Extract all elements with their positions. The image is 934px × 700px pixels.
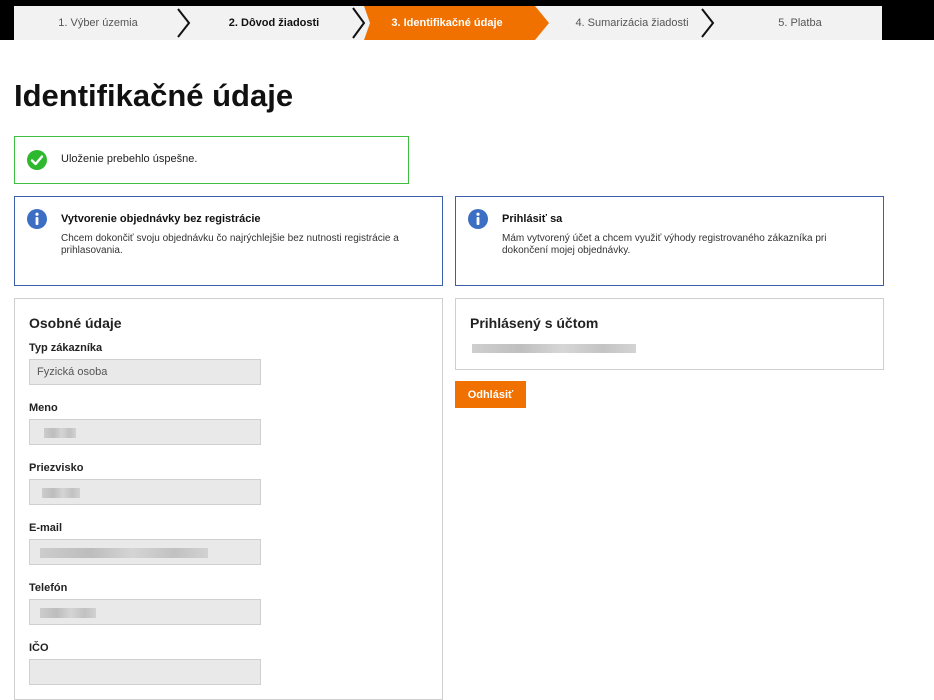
login-heading: Prihlásiť sa [502,213,563,225]
guest-checkout-heading: Vytvorenie objednávky bez registrácie [61,213,261,225]
chevron-right-icon [701,8,715,38]
redacted-account [472,344,636,353]
personal-details-panel: Osobné údaje Typ zákazníka Fyzická osoba… [14,298,443,700]
step-1[interactable]: 1. Výber územia [14,6,182,40]
success-message: Uloženie prebehlo úspešne. [61,153,198,165]
guest-checkout-text-line: Chcem dokončiť svoju objednávku čo najrý… [61,233,399,244]
customer-type-field[interactable]: Fyzická osoba [29,359,261,385]
step-5: 5. Platba [778,17,822,29]
page-title: Identifikačné údaje [14,78,294,113]
redacted-value [40,608,96,618]
guest-checkout-option[interactable]: Vytvorenie objednávky bez registrácie Ch… [14,196,443,286]
info-circle-icon [27,209,47,229]
info-circle-icon [468,209,488,229]
check-circle-icon [27,150,47,170]
success-alert: Uloženie prebehlo úspešne. [14,136,409,184]
ico-field[interactable] [29,659,261,685]
step-4: 4. Sumarizácia žiadosti [575,17,689,29]
step-3: 3. Identifikačné údaje [359,6,535,40]
surname-label: Priezvisko [29,462,84,474]
logout-button[interactable]: Odhlásiť [455,381,526,408]
personal-details-heading: Osobné údaje [29,315,122,331]
name-field[interactable] [29,419,261,445]
customer-type-label: Typ zákazníka [29,342,103,354]
login-text-line: dokončení mojej objednávky. [502,245,631,256]
email-field[interactable] [29,539,261,565]
phone-label: Telefón [29,582,68,594]
name-label: Meno [29,402,58,414]
redacted-value [44,428,76,438]
step-2[interactable]: 2. Dôvod žiadosti [190,6,358,40]
steps-track: 1. Výber územia 2. Dôvod žiadosti 3. Ide… [14,6,882,40]
redacted-value [42,488,80,498]
login-option[interactable]: Prihlásiť sa Mám vytvorený účet a chcem … [455,196,884,286]
account-panel: Prihlásený s účtom [455,298,884,370]
login-text: Mám vytvorený účet a chcem využiť výhody… [502,233,826,257]
phone-field[interactable] [29,599,261,625]
redacted-value [40,548,208,558]
email-label: E-mail [29,522,63,534]
ico-label: IČO [29,642,49,654]
progress-steps: 1. Výber územia 2. Dôvod žiadosti 3. Ide… [0,0,934,40]
login-text-line: Mám vytvorený účet a chcem využiť výhody… [502,233,827,244]
surname-field[interactable] [29,479,261,505]
guest-checkout-text-line: prihlasovania. [61,245,123,256]
step-3-notch [352,6,370,40]
account-heading: Prihlásený s účtom [470,315,599,331]
guest-checkout-text: Chcem dokončiť svoju objednávku čo najrý… [61,233,399,257]
step-3-arrow [535,6,549,40]
